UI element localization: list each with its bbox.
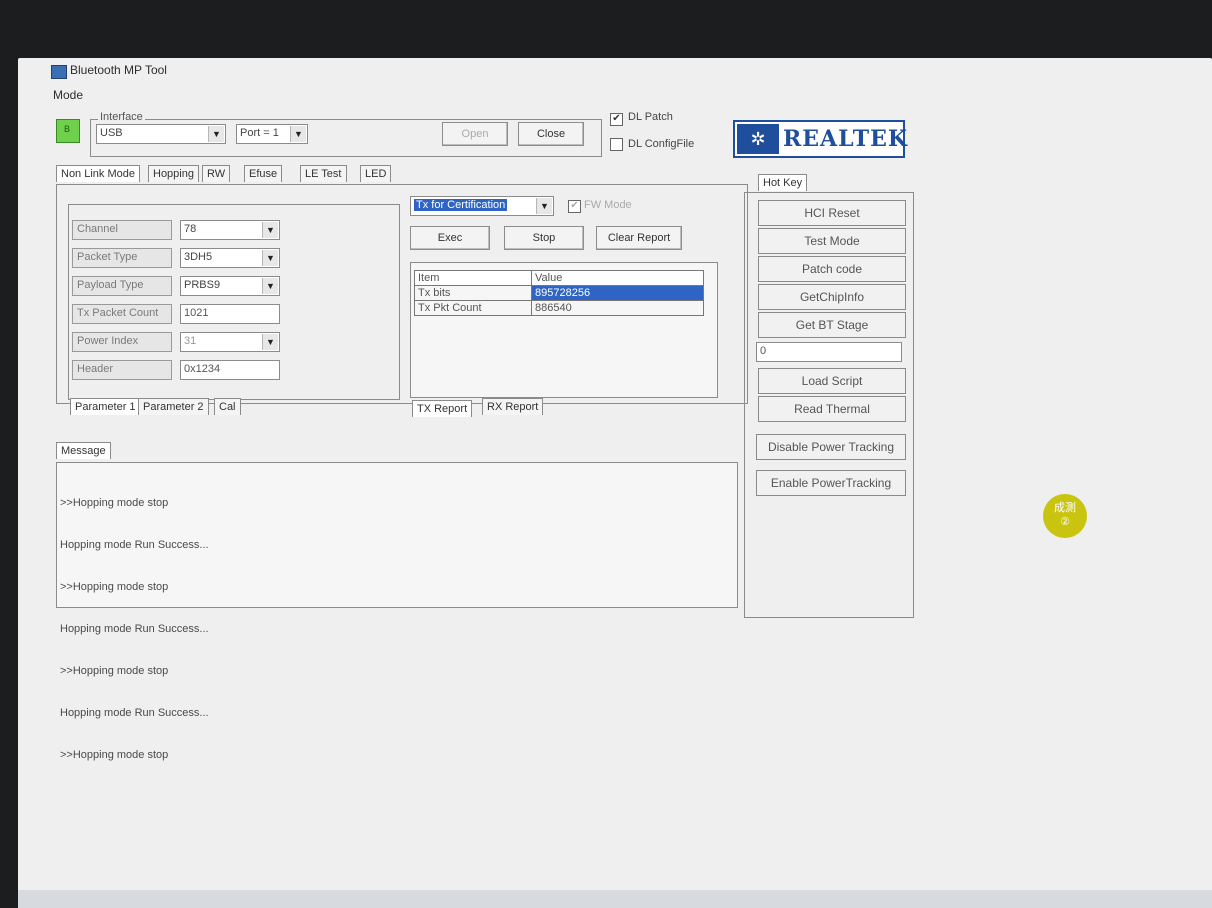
chevron-down-icon: ▼ [262,278,278,294]
disable-power-tracking-button[interactable]: Disable Power Tracking [756,434,906,460]
log-line: >>Hopping mode stop [60,581,169,593]
realtek-logo: ✲ REALTEK [733,120,909,158]
open-button[interactable]: Open [442,122,508,146]
packet-type-value: 3DH5 [184,251,213,263]
bt-stage-field[interactable]: 0 [756,342,902,362]
chevron-down-icon: ▼ [262,250,278,266]
get-bt-stage-button[interactable]: Get BT Stage [758,312,906,338]
stop-button[interactable]: Stop [504,226,584,250]
interface-type-value: USB [100,127,123,139]
tab-rx-report[interactable]: RX Report [482,398,544,415]
report-header-item: Item [414,270,532,286]
log-line: Hopping mode Run Success... [60,707,209,719]
tab-non-link-mode[interactable]: Non Link Mode [56,165,140,182]
test-mode-select[interactable]: Tx for Certification ▼ [410,196,554,216]
report-cell-value: 895728256 [531,285,704,301]
log-line: >>Hopping mode stop [60,749,169,761]
close-button[interactable]: Close [518,122,584,146]
tab-parameter-1[interactable]: Parameter 1 [70,398,141,415]
interface-type-select[interactable]: USB ▼ [96,124,226,144]
tab-le-test[interactable]: LE Test [300,165,347,182]
menu-mode[interactable]: Mode [53,88,83,102]
log-line: Hopping mode Run Success... [60,623,209,635]
chevron-down-icon: ▼ [290,126,306,142]
clear-report-button[interactable]: Clear Report [596,226,682,250]
channel-select[interactable]: 78 ▼ [180,220,280,240]
packet-type-label: Packet Type [72,248,172,268]
tab-parameter-2[interactable]: Parameter 2 [138,398,209,415]
channel-value: 78 [184,223,197,235]
report-header-row: Item Value [414,270,704,286]
chevron-down-icon: ▼ [262,222,278,238]
tab-hot-key[interactable]: Hot Key [758,174,808,191]
window-title: Bluetooth MP Tool [70,63,167,77]
dl-patch-checkbox[interactable]: ✔ [610,113,623,126]
interface-group-label: Interface [98,111,145,123]
exec-button[interactable]: Exec [410,226,490,250]
tx-packet-count-field[interactable]: 1021 [180,304,280,324]
log-line: >>Hopping mode stop [60,665,169,677]
packet-type-select[interactable]: 3DH5 ▼ [180,248,280,268]
chevron-down-icon: ▼ [536,198,552,214]
read-thermal-button[interactable]: Read Thermal [758,396,906,422]
table-row[interactable]: Tx Pkt Count 886540 [414,300,704,316]
header-label: Header [72,360,172,380]
payload-type-label: Payload Type [72,276,172,296]
table-row[interactable]: Tx bits 895728256 [414,285,704,301]
power-index-value: 31 [184,335,197,347]
sticker-line-2: ② [1060,516,1070,528]
tab-message[interactable]: Message [56,442,111,459]
tab-led[interactable]: LED [360,165,392,182]
test-mode-button[interactable]: Test Mode [758,228,906,254]
header-field[interactable]: 0x1234 [180,360,280,380]
patch-code-button[interactable]: Patch code [758,256,906,282]
payload-type-value: PRBS9 [184,279,221,291]
tx-packet-count-label: Tx Packet Count [72,304,172,324]
get-chip-info-button[interactable]: GetChipInfo [758,284,906,310]
tab-tx-report[interactable]: TX Report [412,400,473,417]
monitor-screen: Bluetooth MP Tool Mode B Interface USB ▼… [18,58,1212,908]
dl-patch-label: DL Patch [628,111,673,123]
dl-configfile-label: DL ConfigFile [628,138,695,150]
message-log: >>Hopping mode stop Hopping mode Run Suc… [60,468,209,790]
dl-configfile-checkbox[interactable] [610,138,623,151]
chevron-down-icon: ▼ [208,126,224,142]
realtek-logo-text: REALTEK [783,126,909,152]
fw-mode-checkbox[interactable]: ✔ [568,200,581,213]
report-cell-value: 886540 [531,300,704,316]
load-script-button[interactable]: Load Script [758,368,906,394]
report-cell-item: Tx bits [414,285,532,301]
chevron-down-icon: ▼ [262,334,278,350]
log-line: >>Hopping mode stop [60,497,169,509]
tab-rw[interactable]: RW [202,165,231,182]
app-icon [51,65,67,79]
power-index-label: Power Index [72,332,172,352]
enable-power-tracking-button[interactable]: Enable PowerTracking [756,470,906,496]
tab-efuse[interactable]: Efuse [244,165,283,182]
status-led-icon: B [56,119,80,143]
taskbar [18,890,1212,908]
test-sticker: 成測 ② [1043,494,1087,538]
port-select[interactable]: Port = 1 ▼ [236,124,308,144]
power-index-select[interactable]: 31 ▼ [180,332,280,352]
hci-reset-button[interactable]: HCI Reset [758,200,906,226]
status-led-label: B [64,124,71,134]
log-line: Hopping mode Run Success... [60,539,209,551]
port-value: Port = 1 [240,127,279,139]
tab-cal[interactable]: Cal [214,398,241,415]
sticker-line-1: 成測 [1054,502,1076,514]
report-table: Item Value Tx bits 895728256 Tx Pkt Coun… [414,270,704,316]
channel-label: Channel [72,220,172,240]
report-header-value: Value [531,270,704,286]
test-mode-value: Tx for Certification [414,199,508,211]
fw-mode-label: FW Mode [584,199,632,211]
payload-type-select[interactable]: PRBS9 ▼ [180,276,280,296]
realtek-crab-icon: ✲ [737,124,779,154]
report-cell-item: Tx Pkt Count [414,300,532,316]
tab-hopping[interactable]: Hopping [148,165,199,182]
